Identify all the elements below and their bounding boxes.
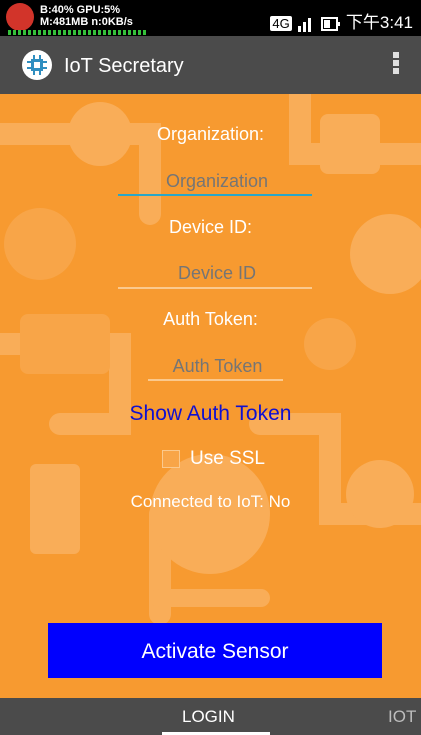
device-id-input[interactable] [118,260,316,286]
activate-sensor-button[interactable]: Activate Sensor [48,623,382,678]
auth-token-input[interactable] [148,353,287,379]
show-auth-token-button[interactable]: Show Auth Token [0,402,421,426]
overlay-stats: B:40% GPU:5% M:481MB n:0KB/s [40,4,133,28]
use-ssl-checkbox[interactable] [162,450,180,468]
tab-iot[interactable]: IOT [388,707,416,727]
status-right: 4G 下午3:41 [270,8,413,33]
connection-status: Connected to IoT: No [130,492,291,511]
auth-token-label: Auth Token: [163,309,258,329]
status-time: 下午3:41 [345,13,413,32]
overflow-menu-icon[interactable] [393,52,399,78]
app-title: IoT Secretary [64,55,184,77]
overlay-bars [8,30,148,35]
organization-input[interactable] [118,168,316,194]
use-ssl-label[interactable]: Use SSL [190,448,265,470]
device-id-underline [118,287,312,289]
battery-icon [321,16,341,31]
login-content: Organization: Device ID: Auth Token: Sho… [0,94,421,698]
organization-label: Organization: [156,124,265,144]
app-bar: IoT Secretary [0,36,421,94]
auth-token-underline [148,379,283,381]
status-bar: B:40% GPU:5% M:481MB n:0KB/s 4G 下午3:41 [0,0,421,36]
device-id-label: Device ID: [168,217,253,237]
tab-bar: LOGIN IOT [0,698,421,735]
overlay-line-2: M:481MB n:0KB/s [40,16,133,28]
network-type: 4G [270,16,292,31]
signal-icon [298,17,312,32]
organization-underline [118,194,312,196]
overlay-app-icon [6,3,34,31]
overlay-line-1: B:40% GPU:5% [40,4,121,16]
tab-login[interactable]: LOGIN [182,707,235,727]
chip-icon [22,50,52,80]
